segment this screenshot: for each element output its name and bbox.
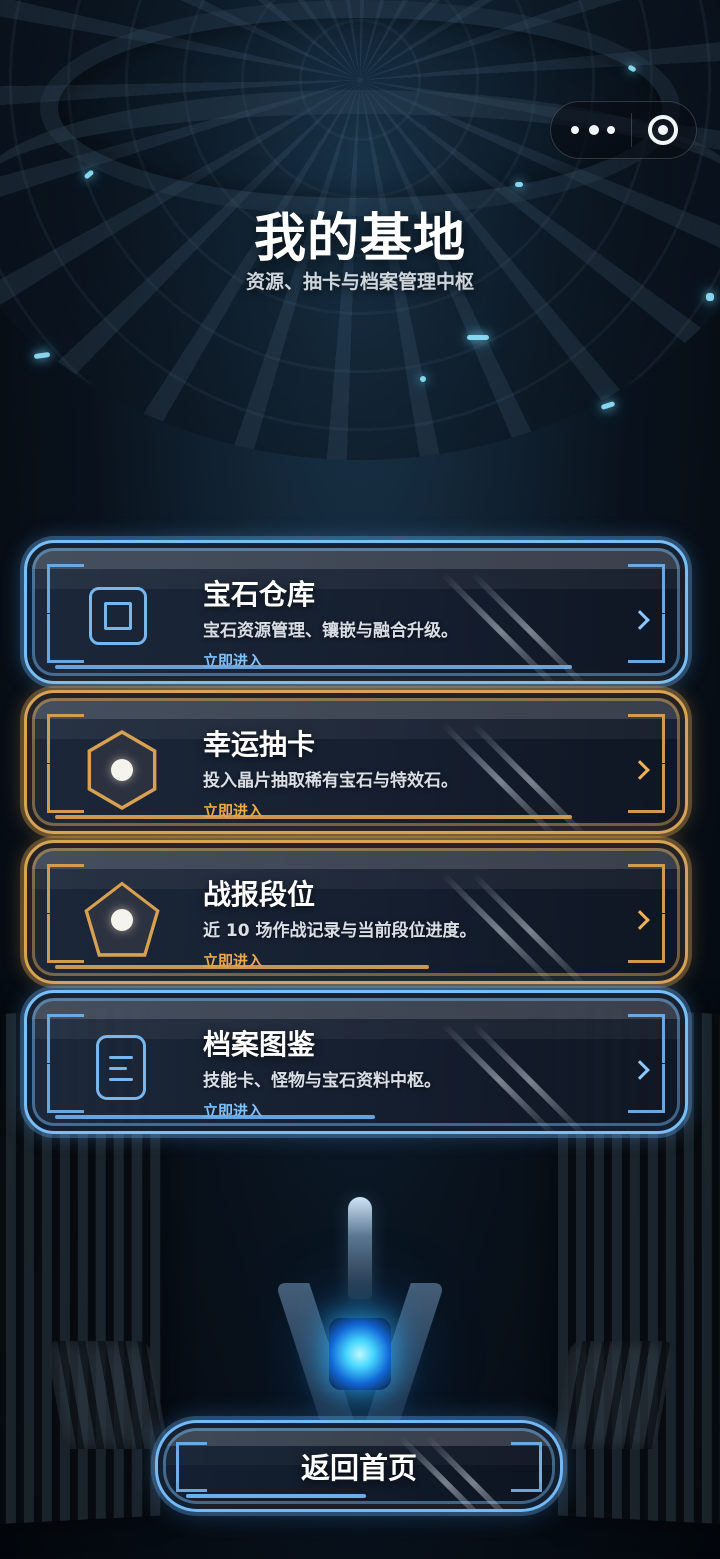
corner-bracket: [628, 1014, 665, 1063]
gem-warehouse-card[interactable]: 宝石仓库 宝石资源管理、镶嵌与融合升级。 立即进入: [24, 540, 688, 684]
page-subtitle: 资源、抽卡与档案管理中枢: [245, 271, 474, 293]
ceiling-light: [515, 182, 523, 187]
card-glass-reflection: [471, 872, 589, 981]
corner-bracket: [47, 614, 84, 663]
corner-bracket: [47, 864, 84, 913]
lucky-draw-title: 幸运抽卡: [203, 728, 316, 761]
card-glass-reflection: [471, 1022, 589, 1131]
gem-warehouse-title: 宝石仓库: [203, 578, 316, 611]
left-console: [45, 1341, 169, 1449]
corner-bracket: [628, 714, 665, 763]
corner-bracket: [47, 914, 84, 963]
page-title: 我的基地: [253, 208, 466, 269]
gem-warehouse-progress-line: [55, 665, 572, 669]
corner-bracket: [47, 714, 84, 763]
document-line: [109, 1078, 133, 1081]
document-icon: [82, 1030, 162, 1110]
archive-codex-progress-line: [55, 1115, 375, 1119]
corner-bracket: [47, 1014, 84, 1063]
archive-codex-description: 技能卡、怪物与宝石资料中枢。: [203, 1071, 441, 1091]
lucky-draw-description: 投入晶片抽取稀有宝石与特效石。: [203, 771, 458, 791]
battle-rank-description: 近 10 场作战记录与当前段位进度。: [203, 921, 477, 941]
more-dot: [571, 126, 579, 134]
return-home-button[interactable]: 返回首页: [155, 1420, 563, 1512]
archive-codex-title: 档案图鉴: [203, 1028, 316, 1061]
square-gem-icon: [82, 580, 162, 660]
more-dot: [607, 126, 615, 134]
right-console: [551, 1341, 675, 1449]
document-line: [109, 1056, 133, 1059]
corner-bracket: [47, 1064, 84, 1113]
feature-card-list: 宝石仓库 宝石资源管理、镶嵌与融合升级。 立即进入 幸运抽卡 投入晶片抽取稀有宝…: [24, 540, 696, 1140]
battle-rank-progress-line: [55, 965, 429, 969]
more-dots-icon[interactable]: [571, 122, 615, 138]
target-icon[interactable]: [648, 115, 678, 145]
archive-codex-card[interactable]: 档案图鉴 技能卡、怪物与宝石资料中枢。 立即进入: [24, 990, 688, 1134]
glowing-reactor-core: [329, 1318, 391, 1390]
battle-rank-title: 战报段位: [203, 878, 316, 911]
hexagon-orb-icon: [87, 730, 157, 810]
corner-bracket: [628, 864, 665, 913]
reactor-tower: [348, 1197, 372, 1299]
corner-bracket: [47, 564, 84, 613]
capsule-divider: [631, 113, 632, 147]
corner-bracket: [628, 564, 665, 613]
more-dot: [589, 125, 599, 135]
corner-bracket: [47, 764, 84, 813]
ceiling-light: [420, 376, 426, 382]
mini-program-capsule: [550, 101, 697, 159]
gem-warehouse-description: 宝石资源管理、镶嵌与融合升级。: [203, 621, 458, 641]
return-home-label: 返回首页: [300, 1453, 417, 1485]
document-line: [109, 1067, 127, 1070]
card-glass-reflection: [441, 1022, 559, 1131]
pentagon-orb-icon: [84, 881, 160, 957]
ceiling-light: [467, 335, 489, 340]
reactor-core-structure: [275, 1197, 445, 1437]
battle-rank-card[interactable]: 战报段位 近 10 场作战记录与当前段位进度。 立即进入: [24, 840, 688, 984]
lucky-draw-progress-line: [55, 815, 572, 819]
return-button-glow-line: [186, 1494, 366, 1498]
ceiling-light: [33, 351, 51, 360]
lucky-draw-card[interactable]: 幸运抽卡 投入晶片抽取稀有宝石与特效石。 立即进入: [24, 690, 688, 834]
ceiling-light: [600, 400, 616, 411]
